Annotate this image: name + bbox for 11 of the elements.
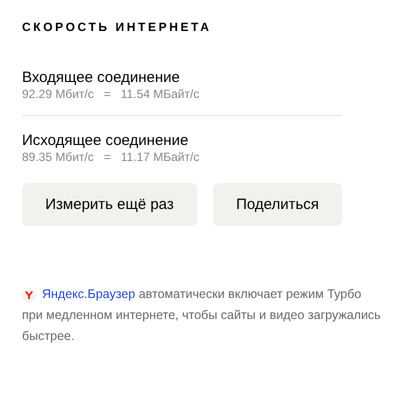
action-button[interactable]: Измерить ещё раз <box>22 183 197 226</box>
turbo-note: при медленном интернете, чтобы сайты и видео загружались быстрее. <box>22 307 382 345</box>
turbo-note: Яндекс.Браузер автоматически включает режим Турбо <box>42 286 362 303</box>
section-title: СКОРОСТЬ ИНТЕРНЕТА <box>22 19 212 35</box>
action-button[interactable]: Поделиться <box>213 183 342 226</box>
connection-name: Входящее соединение <box>22 69 181 87</box>
speed-reading: 89.35 Мбит/с = 11.17 МБайт/с <box>22 150 200 164</box>
speed-reading: 92.29 Мбит/с = 11.54 МБайт/с <box>22 87 200 101</box>
browser-logo-icon <box>22 288 36 302</box>
browser-link[interactable]: Яндекс.Браузер <box>42 287 136 301</box>
connection-name: Исходящее соединение <box>22 132 190 150</box>
